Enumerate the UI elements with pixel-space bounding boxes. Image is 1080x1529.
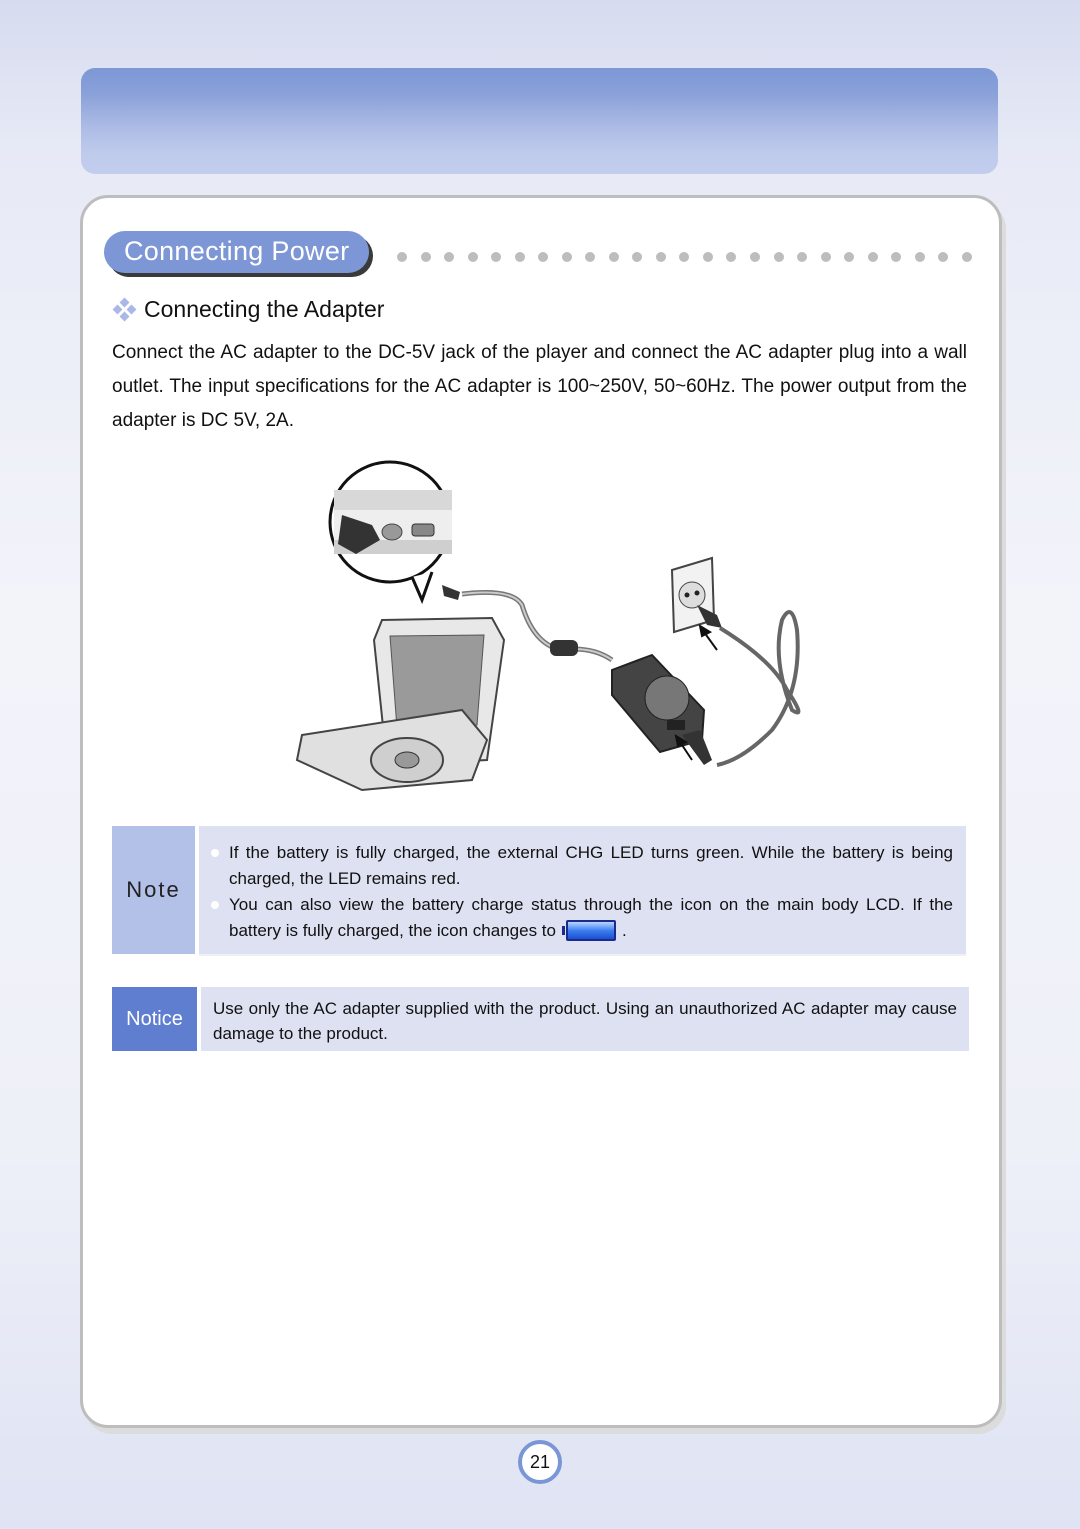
subheading: Connecting the Adapter — [112, 296, 384, 323]
body-paragraph: Connect the AC adapter to the DC-5V jack… — [112, 342, 967, 431]
dc-jack-zoom-icon — [328, 460, 452, 605]
power-cord-icon — [716, 610, 801, 767]
bullet-icon — [211, 901, 219, 909]
notice-box: Notice Use only the AC adapter supplied … — [112, 987, 969, 1051]
note-item: If the battery is fully charged, the ext… — [211, 840, 953, 892]
wall-outlet-icon — [670, 556, 722, 634]
note-content: If the battery is fully charged, the ext… — [199, 826, 966, 956]
note-box: Note If the battery is fully charged, th… — [112, 826, 966, 956]
adapter-connection-illustration — [295, 460, 801, 792]
dotted-divider — [397, 250, 972, 264]
section-title: Connecting Power — [104, 231, 370, 273]
page-number: 21 — [518, 1440, 562, 1484]
subheading-text: Connecting the Adapter — [144, 296, 385, 322]
note-item: You can also view the battery charge sta… — [211, 892, 953, 944]
portable-player-icon — [295, 616, 506, 792]
ac-adapter-icon — [611, 653, 712, 765]
diamond-bullet-icon — [112, 297, 138, 323]
note-label: Note — [112, 826, 195, 954]
notice-text: Use only the AC adapter supplied with th… — [201, 987, 969, 1051]
battery-full-icon — [561, 920, 616, 942]
notice-label: Notice — [112, 987, 197, 1051]
bullet-icon — [211, 849, 219, 857]
header-banner — [81, 68, 998, 174]
